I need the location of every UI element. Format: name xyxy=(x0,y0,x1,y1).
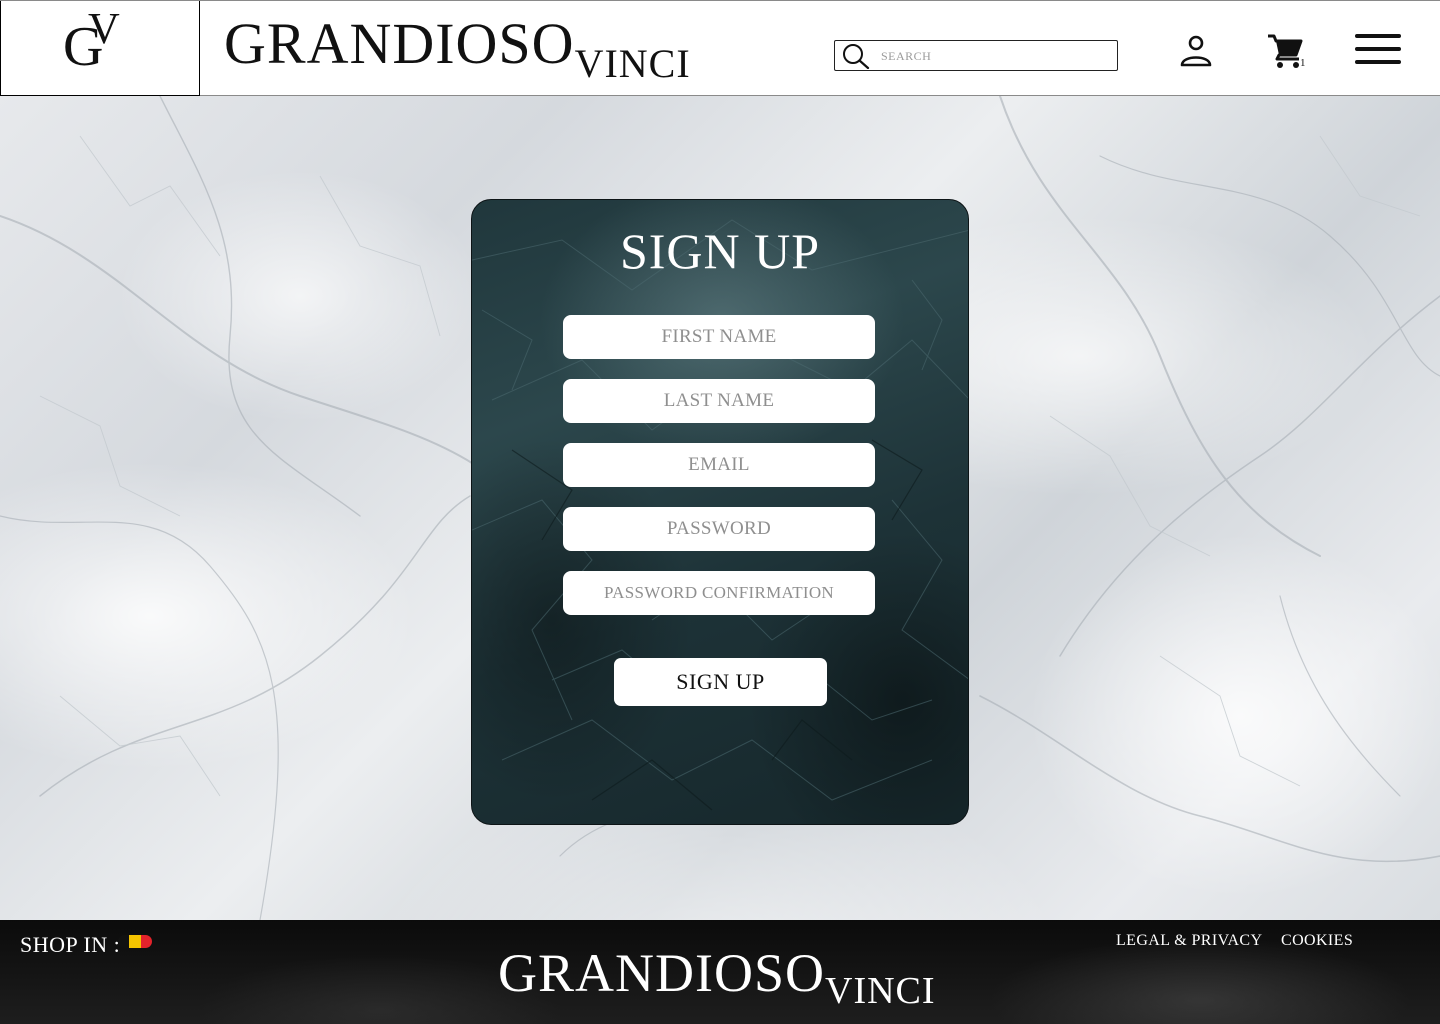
cart-icon[interactable] xyxy=(1266,33,1304,69)
signup-submit-button[interactable]: SIGN UP xyxy=(614,658,827,706)
country-flag-icon[interactable] xyxy=(118,935,152,948)
last-name-input[interactable] xyxy=(563,379,875,423)
search-box xyxy=(834,40,1118,71)
flag-stripe-black xyxy=(118,935,130,948)
footer-brand-grandioso: GRANDIOSO xyxy=(498,943,826,1003)
cart-count-badge: 1 xyxy=(1300,57,1306,69)
first-name-input[interactable] xyxy=(563,315,875,359)
menu-bar xyxy=(1355,47,1401,51)
brand-wordmark[interactable]: GRANDIOSOVINCI xyxy=(224,11,691,84)
logo-home-link[interactable]: G V xyxy=(0,1,200,96)
legal-privacy-link[interactable]: LEGAL & PRIVACY xyxy=(1116,932,1262,950)
signup-card: SIGN UP SIGN UP xyxy=(471,199,969,825)
flag-stripe-red xyxy=(140,935,152,948)
user-icon[interactable] xyxy=(1178,33,1214,69)
menu-bar xyxy=(1355,34,1401,38)
cookies-link[interactable]: COOKIES xyxy=(1281,932,1353,950)
shop-in-label: SHOP IN : xyxy=(20,932,121,957)
signup-title: SIGN UP xyxy=(619,223,821,279)
brand-word-grandioso: GRANDIOSO xyxy=(224,11,575,76)
site-header: G V GRANDIOSOVINCI 1 xyxy=(0,0,1440,96)
menu-bar xyxy=(1355,60,1401,64)
footer-brand-vinci: VINCI xyxy=(825,970,936,1012)
site-footer: SHOP IN : GRANDIOSOVINCI LEGAL & PRIVACY… xyxy=(0,920,1440,1024)
brand-word-vinci: VINCI xyxy=(574,41,691,86)
password-confirmation-input[interactable] xyxy=(563,571,875,615)
email-input[interactable] xyxy=(563,443,875,487)
logo-letter-v: V xyxy=(88,4,120,53)
hamburger-menu-icon[interactable] xyxy=(1355,34,1401,66)
search-icon[interactable] xyxy=(841,43,871,69)
password-input[interactable] xyxy=(563,507,875,551)
flag-stripe-yellow xyxy=(129,935,141,948)
footer-brand-wordmark: GRANDIOSOVINCI xyxy=(498,943,936,1012)
search-input[interactable] xyxy=(881,45,1111,67)
